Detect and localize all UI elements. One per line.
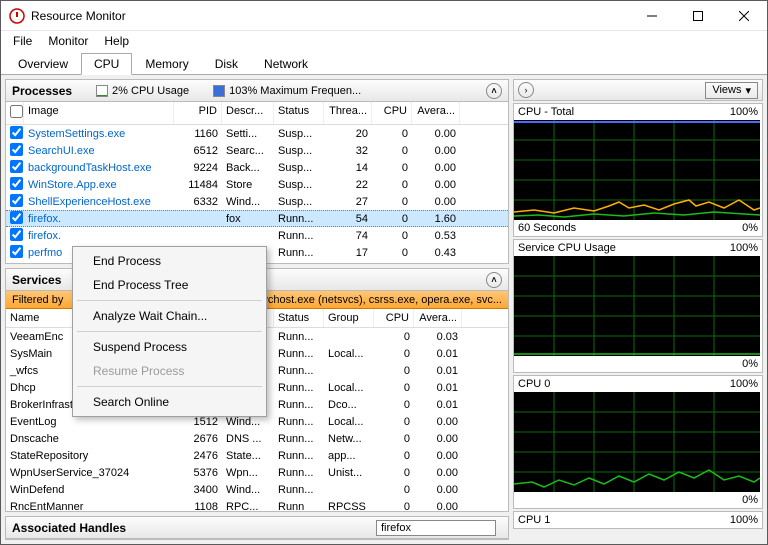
graph-cpu-total: CPU - Total100% 60 Seconds0% xyxy=(513,103,763,237)
separator xyxy=(77,386,262,387)
service-row[interactable]: WinDefend3400Wind...Runn...00.00 xyxy=(6,481,508,498)
graph-cpu0: CPU 0100% 0% xyxy=(513,375,763,509)
associated-handles-panel: Associated Handles xyxy=(5,516,509,540)
tabbar: Overview CPU Memory Disk Network xyxy=(1,51,767,75)
service-row[interactable]: WpnUserService_370245376Wpn...Runn...Uni… xyxy=(6,464,508,481)
service-row[interactable]: RncEntManner1108RPC...RunnRPCSS00.00 xyxy=(6,498,508,511)
process-row[interactable]: firefox.Runn...7400.53 xyxy=(6,227,508,244)
separator xyxy=(77,331,262,332)
cpu-usage-meter: 2% CPU Usage xyxy=(96,85,189,97)
tab-memory[interactable]: Memory xyxy=(132,53,201,75)
row-checkbox[interactable] xyxy=(10,211,23,224)
processes-panel: Processes 2% CPU Usage 103% Maximum Freq… xyxy=(5,79,509,264)
tab-overview[interactable]: Overview xyxy=(5,53,81,75)
graph-cpu1: CPU 1100% xyxy=(513,511,763,529)
freq-meter: 103% Maximum Frequen... xyxy=(213,85,361,97)
row-checkbox[interactable] xyxy=(10,245,23,258)
titlebar: Resource Monitor xyxy=(1,1,767,31)
minimize-button[interactable] xyxy=(629,1,675,31)
right-toolbar: › Views ▾ xyxy=(513,79,763,101)
chevron-up-icon[interactable]: ˄ xyxy=(486,83,502,99)
chevron-up-icon[interactable]: ˄ xyxy=(486,272,502,288)
views-dropdown[interactable]: Views ▾ xyxy=(705,82,758,99)
ctx-suspend-process[interactable]: Suspend Process xyxy=(75,335,264,359)
row-checkbox[interactable] xyxy=(10,160,23,173)
process-row[interactable]: firefox.foxRunn...5401.60 xyxy=(6,210,508,227)
chevron-right-icon[interactable]: › xyxy=(518,82,534,98)
process-row[interactable]: ShellExperienceHost.exe6332Wind...Susp..… xyxy=(6,193,508,210)
process-row[interactable]: backgroundTaskHost.exe9224Back...Susp...… xyxy=(6,159,508,176)
menubar: File Monitor Help xyxy=(1,31,767,51)
row-checkbox[interactable] xyxy=(10,177,23,190)
service-row[interactable]: Dnscache2676DNS ...Runn...Netw...00.00 xyxy=(6,430,508,447)
tab-cpu[interactable]: CPU xyxy=(81,53,132,75)
title-text: Resource Monitor xyxy=(31,9,629,23)
service-row[interactable]: StateRepository2476State...Runn...app...… xyxy=(6,447,508,464)
tab-disk[interactable]: Disk xyxy=(202,53,251,75)
handles-title: Associated Handles xyxy=(12,521,126,535)
ctx-end-process-tree[interactable]: End Process Tree xyxy=(75,273,264,297)
cpu-total-chart xyxy=(514,120,760,220)
select-all-checkbox[interactable] xyxy=(10,105,23,118)
processes-list[interactable]: SystemSettings.exe1160Setti...Susp...200… xyxy=(6,125,508,263)
row-checkbox[interactable] xyxy=(10,126,23,139)
service-cpu-chart xyxy=(514,256,760,356)
handles-header[interactable]: Associated Handles xyxy=(6,517,508,539)
separator xyxy=(77,300,262,301)
process-row[interactable]: SearchUI.exe6512Searc...Susp...3200.00 xyxy=(6,142,508,159)
app-icon xyxy=(9,8,25,24)
process-row[interactable]: SystemSettings.exe1160Setti...Susp...200… xyxy=(6,125,508,142)
close-button[interactable] xyxy=(721,1,767,31)
row-checkbox[interactable] xyxy=(10,143,23,156)
maximize-button[interactable] xyxy=(675,1,721,31)
cpu0-chart xyxy=(514,392,760,492)
menu-help[interactable]: Help xyxy=(96,32,137,50)
ctx-search-online[interactable]: Search Online xyxy=(75,390,264,414)
row-checkbox[interactable] xyxy=(10,228,23,241)
services-title: Services xyxy=(12,273,61,287)
menu-monitor[interactable]: Monitor xyxy=(40,32,96,50)
chevron-down-icon: ▾ xyxy=(745,84,751,97)
graph-service-cpu: Service CPU Usage100% 0% xyxy=(513,239,763,373)
process-row[interactable]: WinStore.App.exe11484StoreSusp...2200.00 xyxy=(6,176,508,193)
handles-search-input[interactable] xyxy=(376,520,496,536)
processes-header[interactable]: Processes 2% CPU Usage 103% Maximum Freq… xyxy=(6,80,508,102)
processes-title: Processes xyxy=(12,84,72,98)
tab-network[interactable]: Network xyxy=(251,53,321,75)
context-menu: End Process End Process Tree Analyze Wai… xyxy=(72,246,267,417)
row-checkbox[interactable] xyxy=(10,194,23,207)
right-column: › Views ▾ CPU - Total100% 60 Seconds0% xyxy=(513,79,763,540)
ctx-analyze-wait-chain[interactable]: Analyze Wait Chain... xyxy=(75,304,264,328)
process-column-headers[interactable]: Image PID Descr... Status Threa... CPU A… xyxy=(6,102,508,125)
ctx-end-process[interactable]: End Process xyxy=(75,249,264,273)
menu-file[interactable]: File xyxy=(5,32,40,50)
ctx-resume-process: Resume Process xyxy=(75,359,264,383)
